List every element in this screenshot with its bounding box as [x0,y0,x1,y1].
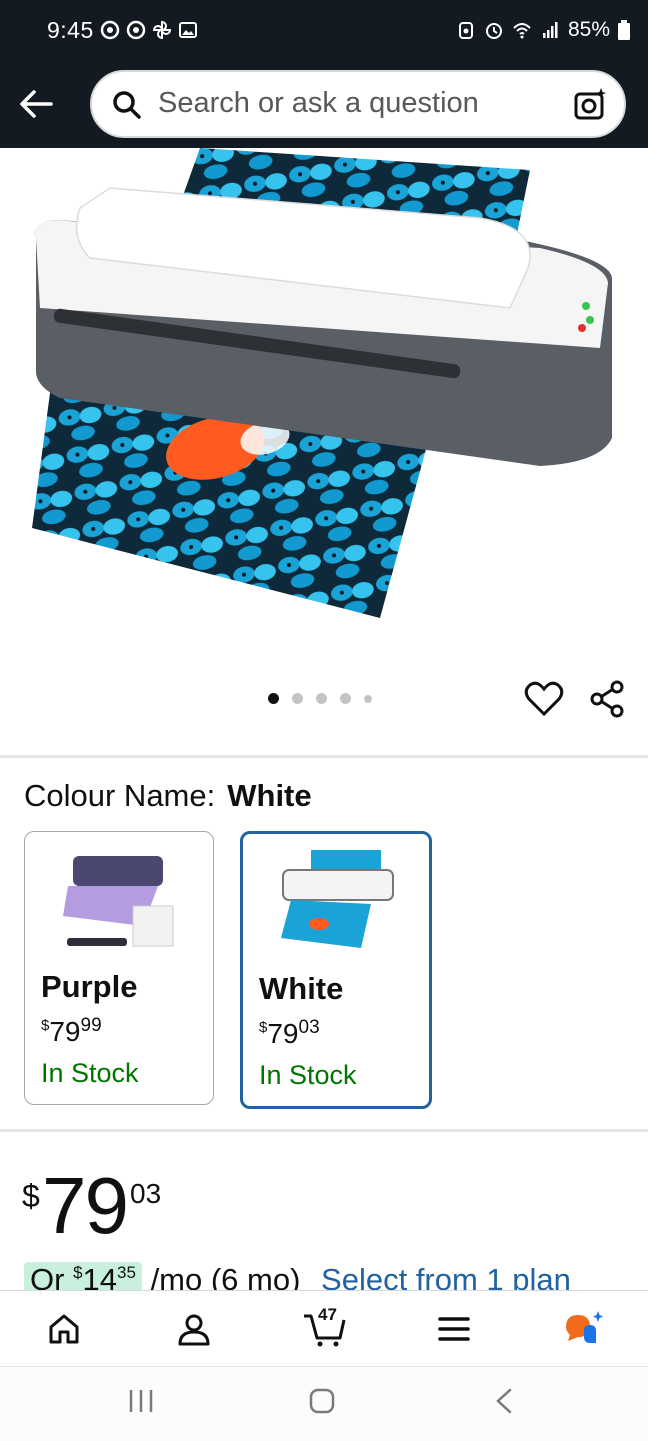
carousel-indicator [268,693,372,704]
person-icon [178,1314,210,1346]
search-bar[interactable]: Search or ask a question [90,70,626,138]
back-button[interactable] [14,82,58,126]
pinwheel-icon [152,20,172,40]
laminator-product-image [32,148,613,618]
nav-rufus[interactable] [560,1307,608,1351]
system-back-icon[interactable] [492,1387,516,1415]
battery-percent: 85% [567,18,610,41]
price-whole: 79 [42,1161,129,1250]
cart-count: 47 [318,1305,337,1324]
heart-icon[interactable] [524,680,564,718]
recent-apps-icon[interactable] [128,1387,154,1415]
rufus-assistant-icon [566,1311,603,1343]
variant-stock-status: In Stock [259,1060,357,1090]
price-cents: 03 [130,1178,162,1209]
chrome-icon [100,20,120,40]
search-icon [113,91,141,119]
carousel-dot [292,693,303,704]
system-status-icons: 85% [456,18,630,42]
notification-icons [100,20,198,40]
carousel-dot [268,693,279,704]
carousel-dot [340,693,351,704]
nav-account[interactable] [170,1307,218,1351]
section-divider [0,1129,648,1132]
colour-name-label: Colour Name: [24,778,216,813]
nav-cart[interactable]: 47 [300,1305,348,1351]
battery-icon [618,20,630,40]
chrome-icon [126,20,146,40]
purple-laminator-thumbnail [63,856,174,947]
home-icon [49,1314,79,1344]
nav-menu[interactable] [430,1307,478,1351]
share-icon[interactable] [588,680,626,718]
carousel-dot [316,693,327,704]
selected-colour: White [227,778,312,813]
search-input[interactable]: Search or ask a question [158,87,479,120]
colour-name-row: Colour Name: White [24,778,312,814]
top-bar: 9:45 85% Search or ask a question [0,0,648,148]
gallery-icon [179,22,197,38]
price-currency: $ [22,1178,40,1214]
bottom-navigation: 47 [0,1290,648,1367]
battery-saver-icon [458,22,473,39]
white-laminator-thumbnail [281,850,394,948]
back-arrow-icon [20,90,53,118]
variant-price: $7999 [41,1015,102,1047]
variant-stock-status: In Stock [41,1058,139,1088]
signal-icon [542,22,558,38]
variant-option-white[interactable]: White $7903 In Stock [240,831,432,1109]
carousel-dot [364,694,372,703]
menu-icon [438,1317,470,1341]
wifi-icon [513,23,531,39]
section-divider [0,755,648,758]
home-circle-icon[interactable] [308,1387,336,1415]
camera-search-icon[interactable] [572,86,608,122]
system-navigation-bar [0,1366,648,1441]
status-time: 9:45 [47,17,94,43]
variant-name: Purple [41,969,138,1004]
product-image-carousel[interactable] [0,148,648,668]
nav-home[interactable] [40,1307,88,1351]
status-bar: 9:45 85% [0,0,648,64]
variant-option-purple[interactable]: Purple $7999 In Stock [24,831,214,1105]
variant-price: $7903 [259,1017,320,1049]
variant-name: White [259,971,344,1006]
alarm-icon [485,23,502,39]
